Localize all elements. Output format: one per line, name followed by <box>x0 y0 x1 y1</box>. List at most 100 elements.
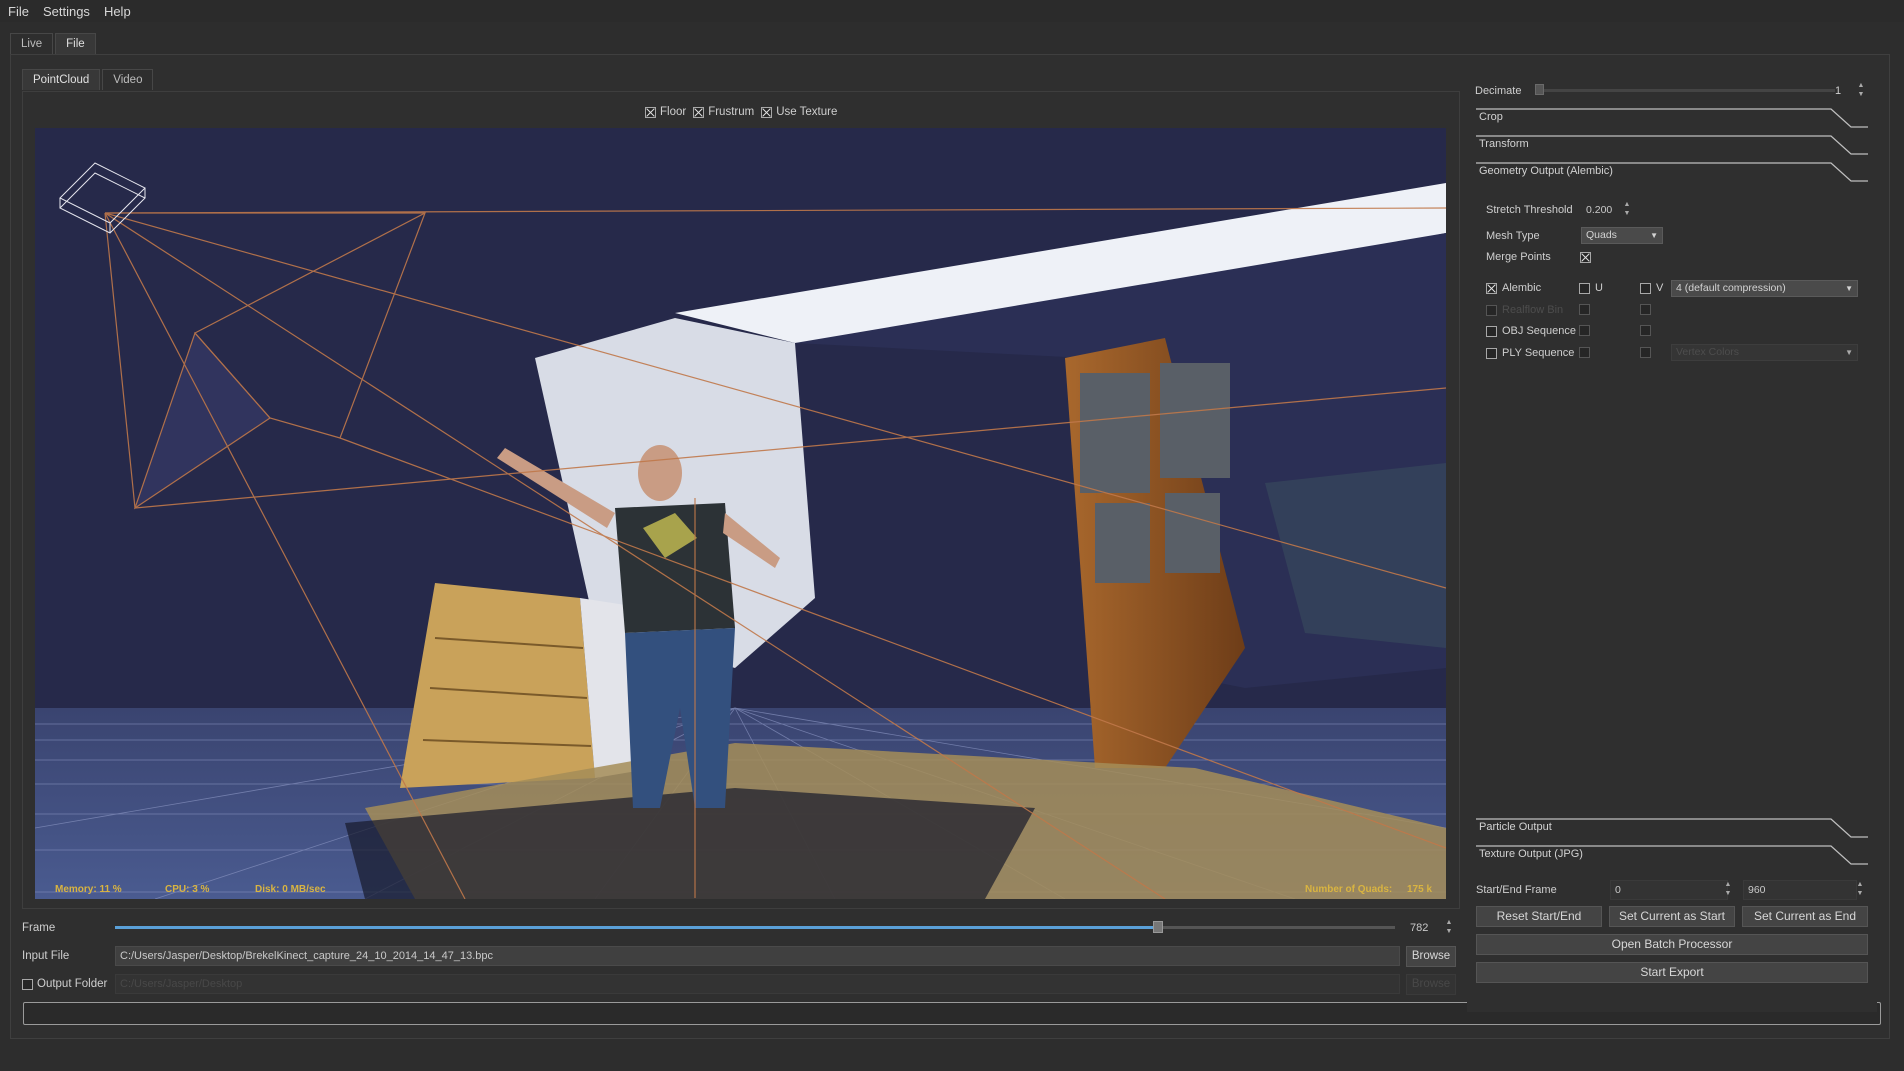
obj-v-checkbox[interactable] <box>1640 325 1651 336</box>
section-line <box>1476 135 1868 155</box>
decimate-label: Decimate <box>1475 85 1522 97</box>
alembic-v-checkbox[interactable] <box>1640 282 1651 294</box>
sub-tab-bar: PointCloud Video <box>22 69 155 90</box>
use-texture-checkbox[interactable] <box>761 106 773 118</box>
merge-points-checkbox[interactable] <box>1580 252 1591 263</box>
frame-slider-fill <box>115 926 1159 929</box>
stretch-threshold-spinner[interactable]: ▲ ▼ <box>1621 200 1633 220</box>
wooden-dresser <box>400 583 595 788</box>
frame-slider-handle[interactable] <box>1153 921 1164 933</box>
decimate-slider-handle[interactable] <box>1535 84 1544 95</box>
tab-video[interactable]: Video <box>102 69 154 90</box>
open-batch-processor-button[interactable]: Open Batch Processor <box>1476 934 1868 955</box>
menu-file[interactable]: File <box>8 4 29 19</box>
alembic-u-option: U <box>1579 282 1603 294</box>
pointcloud-render <box>35 162 1446 899</box>
start-export-button[interactable]: Start Export <box>1476 962 1868 983</box>
input-file-label: Input File <box>22 950 70 962</box>
reset-start-end-button[interactable]: Reset Start/End <box>1476 906 1602 927</box>
particle-title: Particle Output <box>1479 821 1552 833</box>
use-texture-label: Use Texture <box>776 106 838 118</box>
realflow-checkbox[interactable] <box>1486 304 1497 316</box>
frame-value-field[interactable]: 782 <box>1405 918 1445 938</box>
3d-viewport[interactable]: Memory: 11 % CPU: 3 % Disk: 0 MB/sec Num… <box>35 128 1446 899</box>
set-current-start-button[interactable]: Set Current as Start <box>1609 906 1735 927</box>
texture-section-header[interactable]: Texture Output (JPG) <box>1476 845 1868 871</box>
menu-help[interactable]: Help <box>104 4 131 19</box>
particle-section-header[interactable]: Particle Output <box>1476 818 1868 844</box>
output-folder-field[interactable]: C:/Users/Jasper/Desktop <box>115 974 1400 994</box>
geometry-section-header[interactable]: Geometry Output (Alembic) <box>1476 162 1868 188</box>
ply-u-checkbox[interactable] <box>1579 347 1590 358</box>
compression-dropdown[interactable]: 4 (default compression) ▼ <box>1671 280 1858 297</box>
floor-option[interactable]: Floor <box>645 106 686 118</box>
output-folder-row: Output Folder <box>22 978 107 990</box>
tab-pointcloud[interactable]: PointCloud <box>22 69 101 90</box>
quads-value: 175 k <box>1407 884 1433 895</box>
input-file-field[interactable]: C:/Users/Jasper/Desktop/BrekelKinect_cap… <box>115 946 1400 966</box>
quads-label: Number of Quads: <box>1305 884 1393 895</box>
mesh-type-value: Quads <box>1586 229 1617 241</box>
kinect-camera-icon <box>59 162 146 234</box>
transform-title: Transform <box>1479 138 1529 150</box>
start-frame-spinner[interactable]: ▲ ▼ <box>1722 880 1734 900</box>
ply-checkbox[interactable] <box>1486 347 1497 359</box>
obj-checkbox[interactable] <box>1486 325 1497 337</box>
chevron-down-icon: ▼ <box>1650 231 1658 240</box>
decimate-spinner[interactable]: ▲ ▼ <box>1855 81 1867 101</box>
format-realflow-row: Realflow Bin <box>1486 304 1563 316</box>
frustrum-option[interactable]: Frustrum <box>693 106 754 118</box>
transform-section-header[interactable]: Transform <box>1476 135 1868 161</box>
disk-stat: Disk: 0 MB/sec <box>255 884 326 895</box>
alembic-u-checkbox[interactable] <box>1579 282 1590 294</box>
obj-u-checkbox[interactable] <box>1579 325 1590 336</box>
view-options: Floor Frustrum Use Texture <box>645 106 844 118</box>
realflow-label: Realflow Bin <box>1502 304 1564 316</box>
ply-options-dropdown[interactable]: Vertex Colors ▼ <box>1671 344 1858 361</box>
realflow-u-checkbox[interactable] <box>1579 304 1590 315</box>
u-label: U <box>1595 282 1603 294</box>
menu-settings[interactable]: Settings <box>43 4 90 19</box>
section-line <box>1476 108 1868 128</box>
output-folder-checkbox[interactable] <box>22 978 33 990</box>
ply-label: PLY Sequence <box>1502 347 1575 359</box>
main-tab-bar: Live File <box>10 33 98 54</box>
chevron-down-icon: ▼ <box>1845 284 1853 293</box>
ply-v-checkbox[interactable] <box>1640 347 1651 358</box>
end-frame-spinner[interactable]: ▲ ▼ <box>1854 880 1866 900</box>
stretch-threshold-field[interactable]: 0.200 <box>1581 200 1625 220</box>
floor-label: Floor <box>660 106 687 118</box>
tab-live[interactable]: Live <box>10 33 54 54</box>
frame-label: Frame <box>22 922 56 934</box>
format-alembic-row: Alembic <box>1486 282 1541 294</box>
input-browse-button[interactable]: Browse <box>1406 946 1456 967</box>
ply-options-value: Vertex Colors <box>1676 346 1740 358</box>
alembic-checkbox[interactable] <box>1486 282 1497 294</box>
crop-title: Crop <box>1479 111 1503 123</box>
tab-file[interactable]: File <box>55 33 96 54</box>
texture-title: Texture Output (JPG) <box>1479 848 1583 860</box>
output-browse-button[interactable]: Browse <box>1406 974 1456 995</box>
frame-spinner[interactable]: ▲ ▼ <box>1443 918 1455 938</box>
realflow-v-checkbox[interactable] <box>1640 304 1651 315</box>
start-frame-field[interactable]: 0 <box>1610 880 1728 900</box>
alembic-v-option: V <box>1640 282 1663 294</box>
floor-checkbox[interactable] <box>645 106 656 118</box>
end-frame-field[interactable]: 960 <box>1743 880 1857 900</box>
stretch-threshold-label: Stretch Threshold <box>1486 204 1573 216</box>
frustrum-checkbox[interactable] <box>693 106 705 118</box>
chevron-down-icon: ▼ <box>1845 348 1853 357</box>
crop-section-header[interactable]: Crop <box>1476 108 1868 134</box>
decimate-value[interactable]: 1 <box>1835 85 1841 97</box>
merge-points-label: Merge Points <box>1486 251 1551 263</box>
app-window: File Settings Help Live File PointCloud … <box>0 0 1904 1071</box>
output-folder-label: Output Folder <box>37 978 108 990</box>
mesh-type-dropdown[interactable]: Quads ▼ <box>1581 227 1663 244</box>
set-current-end-button[interactable]: Set Current as End <box>1742 906 1868 927</box>
obj-label: OBJ Sequence <box>1502 325 1576 337</box>
cpu-stat: CPU: 3 % <box>165 884 210 895</box>
v-label: V <box>1656 282 1664 294</box>
use-texture-option[interactable]: Use Texture <box>761 106 837 118</box>
decimate-slider-track[interactable] <box>1535 89 1835 92</box>
alembic-label: Alembic <box>1502 282 1542 294</box>
